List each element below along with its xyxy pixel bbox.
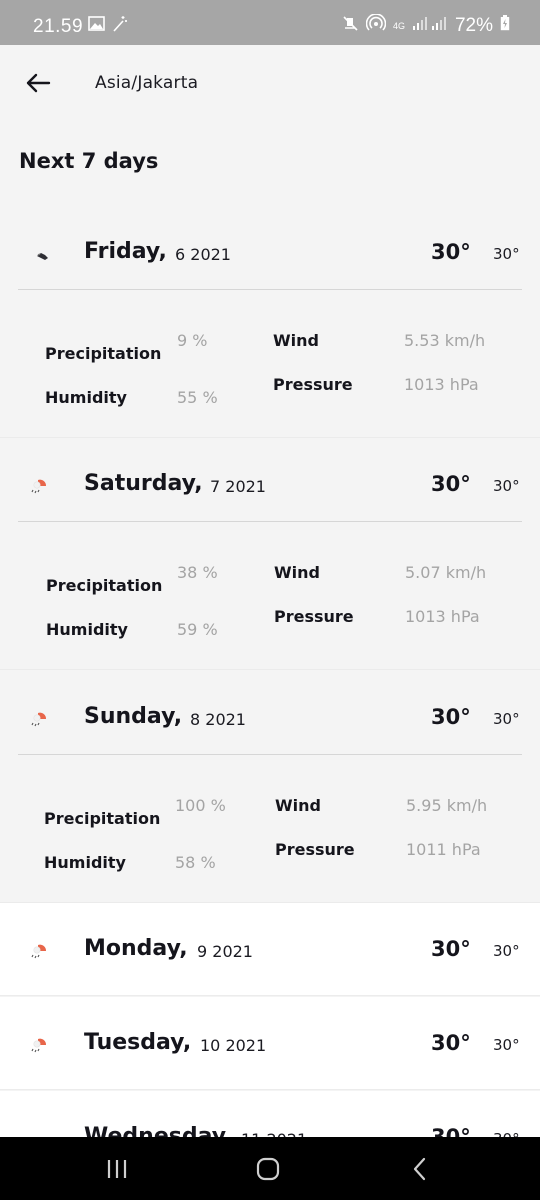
cloudy-icon [37,253,48,260]
temp-min: 30° [493,477,520,495]
day-card: Sunday, 8 2021 30° 30° 100 % Precipitati… [0,675,540,903]
mute-icon [342,15,359,38]
temp-max: 30° [431,472,471,496]
temp-max: 30° [431,937,471,961]
battery-icon [500,15,510,37]
location-title: Asia/Jakarta [95,73,199,93]
day-date: 10 2021 [200,1036,267,1055]
gallery-icon [88,15,105,38]
signal-icon [412,15,448,37]
status-notification-icons [88,15,128,38]
home-button[interactable] [248,1153,288,1185]
precipitation-label: Precipitation [46,576,163,595]
day-header[interactable]: Tuesday, 10 2021 30° 30° [0,1001,540,1081]
wind-value: 5.95 km/h [406,796,488,815]
day-name: Saturday, [84,471,203,496]
app-bar: Asia/Jakarta [0,45,540,125]
wind-label: Wind [273,331,319,350]
magic-wand-icon [111,15,128,38]
humidity-label: Humidity [44,853,126,872]
day-date: 9 2021 [197,942,253,961]
back-button[interactable] [20,67,56,99]
day-date: 7 2021 [210,477,266,496]
day-card: Saturday, 7 2021 30° 30° 38 % Precipitat… [0,442,540,670]
day-name: Sunday, [84,704,183,729]
day-date: 8 2021 [190,710,246,729]
battery-percentage: 72% [454,15,493,36]
temp-min: 30° [493,245,520,263]
status-bar: 21.59 4G 72% [0,0,540,45]
sun-rain-icon [31,944,47,959]
divider [18,754,522,755]
wind-value: 5.07 km/h [405,563,487,582]
precipitation-value: 100 % [175,796,226,815]
day-header[interactable]: Monday, 9 2021 30° 30° [0,907,540,987]
precipitation-value: 38 % [177,563,218,582]
pressure-label: Pressure [275,840,355,859]
day-card: Tuesday, 10 2021 30° 30° [0,997,540,1090]
hotspot-icon [365,13,387,38]
network-icon: 4G [392,20,405,31]
chevron-left-icon [413,1157,426,1181]
temp-max: 30° [431,1031,471,1055]
day-name: Friday, [84,239,167,264]
recent-apps-button[interactable] [97,1153,137,1185]
temp-min: 30° [493,1036,520,1054]
pressure-label: Pressure [274,607,354,626]
recent-apps-icon [107,1160,127,1178]
day-header[interactable]: Sunday, 8 2021 30° 30° [0,675,540,755]
humidity-value: 58 % [175,853,216,872]
divider [18,521,522,522]
humidity-value: 55 % [177,388,218,407]
home-icon [256,1157,280,1181]
day-name: Tuesday, [84,1030,192,1055]
precipitation-value: 9 % [177,331,208,350]
humidity-value: 59 % [177,620,218,639]
day-card: Friday, 6 2021 30° 30° 9 % Precipitation… [0,210,540,438]
status-system-icons: 4G 72% [342,13,510,38]
humidity-label: Humidity [46,620,128,639]
sun-rain-icon [31,712,47,727]
pressure-value: 1013 hPa [404,375,479,394]
temp-max: 30° [431,705,471,729]
status-time: 21.59 [33,16,84,37]
sun-rain-icon [31,479,47,494]
day-date: 6 2021 [175,245,231,264]
wind-value: 5.53 km/h [404,331,486,350]
temp-min: 30° [493,710,520,728]
precipitation-label: Precipitation [45,344,162,363]
arrow-left-icon [26,73,51,93]
navigation-bar [0,1137,540,1200]
day-header[interactable]: Friday, 6 2021 30° 30° [0,210,540,290]
sun-rain-icon [31,1038,47,1053]
pressure-label: Pressure [273,375,353,394]
day-name: Monday, [84,936,188,961]
pressure-value: 1013 hPa [405,607,480,626]
day-header[interactable]: Saturday, 7 2021 30° 30° [0,442,540,522]
temp-max: 30° [431,240,471,264]
back-nav-button[interactable] [400,1153,440,1185]
wind-label: Wind [274,563,320,582]
pressure-value: 1011 hPa [406,840,481,859]
temp-min: 30° [493,942,520,960]
divider [18,289,522,290]
wind-label: Wind [275,796,321,815]
precipitation-label: Precipitation [44,809,161,828]
section-title: Next 7 days [19,149,159,173]
humidity-label: Humidity [45,388,127,407]
day-card: Monday, 9 2021 30° 30° [0,903,540,996]
